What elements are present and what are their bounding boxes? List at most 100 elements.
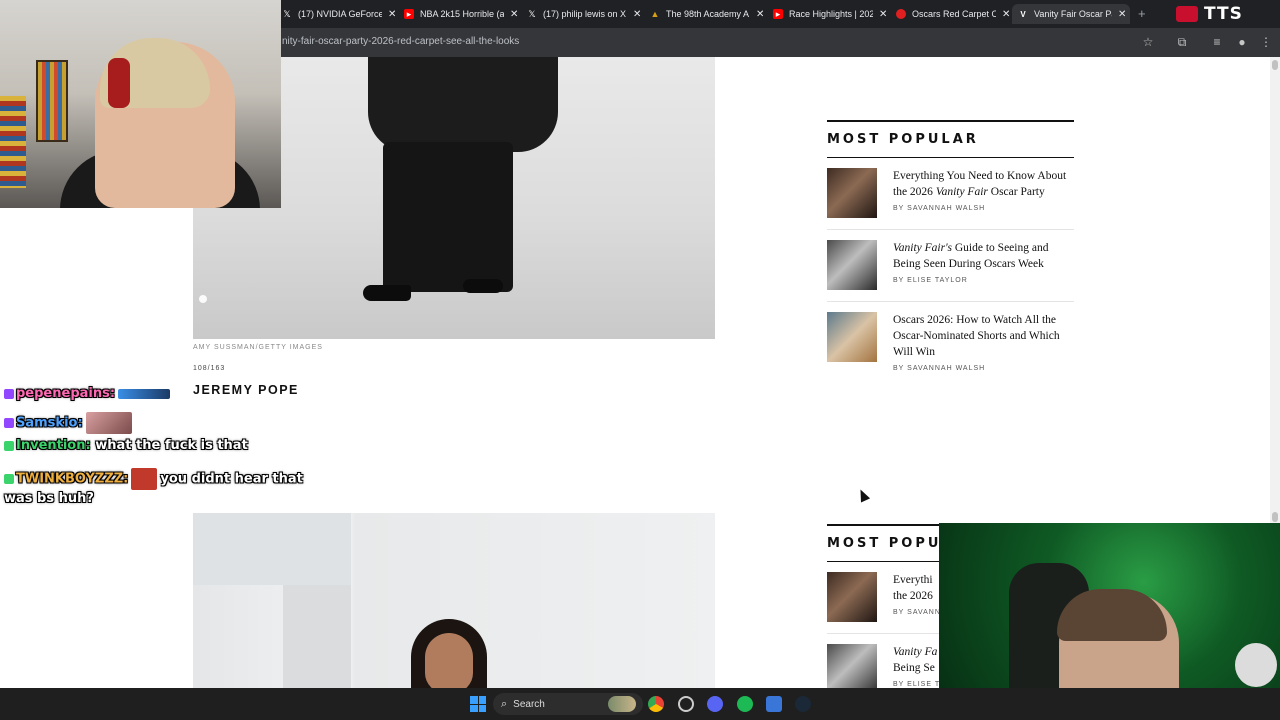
streaming-app-icon[interactable] [766, 696, 782, 712]
photo-figure-shoe [463, 279, 503, 293]
red-circle-icon [896, 9, 906, 19]
article-thumbnail[interactable] [827, 572, 877, 622]
new-tab-icon[interactable]: + [1138, 6, 1146, 21]
kick-badge-icon [4, 474, 14, 484]
article-headline[interactable]: Vanity Fa Being Se [893, 644, 940, 676]
article-byline: BY SAVANNAH WALSH [893, 205, 986, 212]
app-icon[interactable] [678, 696, 694, 712]
muted-speaker-icon [1176, 6, 1198, 22]
chat-username: Samskio: [16, 415, 83, 431]
close-tab-icon[interactable]: ✕ [1118, 9, 1126, 20]
extensions-icon[interactable]: ⧉ [1175, 35, 1189, 49]
webcam-person-hair [1057, 589, 1167, 641]
discord-icon[interactable] [707, 696, 723, 712]
scrollbar-thumb[interactable] [1272, 512, 1278, 522]
emote-icon [118, 388, 171, 399]
chat-username: pepenepains: [16, 386, 116, 401]
windows-taskbar: ⌕ Search [0, 688, 1280, 720]
chat-message: Invention: what the fuck is that [4, 438, 248, 453]
windows-start-icon[interactable] [470, 696, 486, 712]
photo-figure-pants [383, 142, 513, 292]
wall-poster [0, 96, 26, 188]
headset-icon [108, 58, 130, 108]
chrome-icon[interactable] [648, 696, 664, 712]
article-thumbnail[interactable] [827, 312, 877, 362]
article-headline[interactable]: Oscars 2026: How to Watch All the Oscar-… [893, 312, 1074, 360]
browser-tab[interactable]: 𝕏 (17) philip lewis on X ✕ [527, 4, 641, 24]
wall-poster [36, 60, 68, 142]
photo-caption: JEREMY POPE [193, 383, 299, 397]
article-thumbnail[interactable] [827, 240, 877, 290]
close-tab-icon[interactable]: ✕ [388, 9, 396, 20]
kebab-menu-icon[interactable]: ⋮ [1259, 35, 1273, 49]
photo-figure-shoe [363, 285, 411, 301]
browser-tab[interactable]: ▸ NBA 2k15 Horrible (a ✕ [404, 4, 518, 24]
vf-icon: V [1020, 9, 1026, 19]
article-thumbnail[interactable] [827, 644, 877, 688]
photo-figure-face [425, 633, 473, 688]
lamp [1235, 643, 1277, 687]
streamer-webcam-main [0, 0, 281, 208]
gallery-counter: 108/163 [193, 365, 226, 372]
widgets-icon[interactable] [608, 696, 636, 712]
most-popular-item[interactable]: Oscars 2026: How to Watch All the Oscar-… [827, 301, 1074, 383]
browser-tab[interactable]: ▲ The 98th Academy A ✕ [650, 4, 765, 24]
browser-tab-active[interactable]: VVanity Fair Oscar Part✕ [1012, 4, 1130, 24]
photo-figure-coat [368, 57, 558, 152]
chat-message: Samskio: [4, 412, 135, 434]
x-logo-icon: 𝕏 [528, 8, 536, 19]
photo-backdrop [283, 585, 351, 688]
chat-message: TWINKBOYZZZ: you didnt hear that [4, 468, 303, 490]
profile-avatar-icon[interactable]: ● [1235, 35, 1249, 49]
most-popular-item[interactable]: Vanity Fair's Guide to Seeing and Being … [827, 229, 1074, 301]
browser-tab[interactable]: Oscars Red Carpet O ✕ [896, 4, 1010, 24]
subscriber-badge-icon [4, 418, 14, 428]
article-byline: BY ELISE T [893, 681, 941, 688]
close-tab-icon[interactable]: ✕ [510, 9, 518, 20]
bookmark-star-icon[interactable]: ☆ [1141, 35, 1155, 49]
chat-text: what the fuck is that [95, 438, 248, 453]
steam-icon[interactable] [795, 696, 811, 712]
url-field[interactable]: nity-fair-oscar-party-2026-red-carpet-se… [282, 36, 519, 47]
youtube-icon: ▸ [404, 9, 414, 19]
scrollbar-up-arrow-icon[interactable] [1272, 60, 1278, 70]
spotify-icon[interactable] [737, 696, 753, 712]
chat-message: was bs huh? [4, 491, 94, 506]
search-icon: ⌕ [501, 697, 508, 710]
chat-username: TWINKBOYZZZ: [16, 471, 129, 487]
photo-marker-icon [199, 295, 207, 303]
youtube-icon: ▸ [773, 9, 783, 19]
article-byline: BY SAVANN [893, 609, 941, 616]
chat-message: pepenepains: [4, 386, 173, 401]
chat-username: Invention: [16, 438, 91, 453]
emote-icon [131, 468, 158, 490]
photo-credit: AMY SUSSMAN/GETTY IMAGES [193, 344, 323, 351]
article-byline: BY SAVANNAH WALSH [893, 365, 986, 372]
close-tab-icon[interactable]: ✕ [1002, 9, 1010, 20]
kick-badge-icon [4, 440, 14, 451]
most-popular-item[interactable]: Everything You Need to Know About the 20… [827, 158, 1074, 229]
article-headline[interactable]: Vanity Fair's Guide to Seeing and Being … [893, 240, 1074, 272]
browser-tab[interactable]: 𝕏 (17) NVIDIA GeForce ✕ [282, 4, 396, 24]
tts-widget: TTS [1176, 3, 1276, 25]
article-thumbnail[interactable] [827, 168, 877, 218]
article-headline[interactable]: Everythi the 2026 [893, 572, 941, 604]
browser-tab[interactable]: ▸ Race Highlights | 202 ✕ [773, 4, 887, 24]
photo-backdrop [193, 513, 351, 585]
emote-icon [85, 412, 132, 434]
gallery-photo-next[interactable] [193, 513, 715, 688]
subscriber-badge-icon [4, 388, 14, 399]
media-control-icon[interactable]: ≡ [1210, 35, 1224, 49]
close-tab-icon[interactable]: ✕ [879, 9, 887, 20]
close-tab-icon[interactable]: ✕ [756, 9, 764, 20]
x-logo-icon: 𝕏 [283, 8, 291, 19]
chat-text: was bs huh? [4, 491, 94, 506]
most-popular-sidebar: MOST POPULAR Everything You Need to Know… [827, 120, 1074, 383]
article-headline[interactable]: Everything You Need to Know About the 20… [893, 168, 1074, 200]
most-popular-heading: MOST POPULAR [827, 132, 979, 147]
chat-text: you didnt hear that [160, 471, 303, 487]
tts-label: TTS [1204, 4, 1243, 24]
close-tab-icon[interactable]: ✕ [633, 9, 641, 20]
article-byline: BY ELISE TAYLOR [893, 277, 968, 284]
academy-icon: ▲ [650, 9, 660, 19]
